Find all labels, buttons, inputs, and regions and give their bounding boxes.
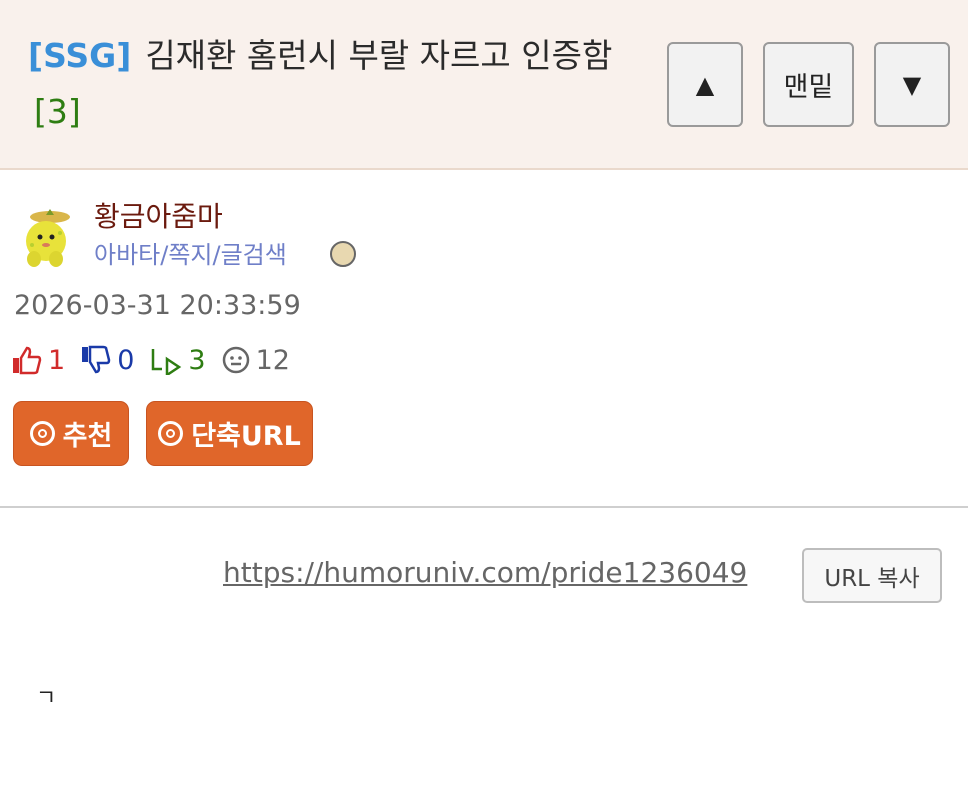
post-title-text: 김재환 홈런시 부랄 자르고 인증함 [145,36,613,75]
badge-icon [330,241,356,267]
post-stats: 1 0 3 12 [12,340,306,380]
scroll-bottom-button[interactable]: 맨밑 [763,42,854,127]
circle-target-icon [29,421,55,446]
upvote-stat: 1 [12,345,65,376]
avatar[interactable] [18,203,78,269]
smiley-icon [222,346,249,374]
copy-url-button[interactable]: URL 복사 [802,548,942,603]
thumbs-down-icon [82,345,111,374]
thumbs-up-icon [13,346,42,375]
post-url-link[interactable]: https://humoruniv.com/pride1236049 [223,556,747,589]
recommend-label: 추천 [62,421,113,452]
recommend-button[interactable]: 추천 [13,401,129,466]
view-count: 12 [255,344,290,376]
reply-stat: 3 [150,344,206,376]
circle-u-icon [158,421,184,446]
short-url-button[interactable]: 단축URL [146,401,313,466]
author-links[interactable]: 아바타/쪽지/글검색 [94,235,287,270]
view-stat: 12 [222,345,290,376]
upvote-count: 1 [48,344,66,376]
post-body-text: ㄱ [36,686,57,711]
section-divider [0,506,968,508]
downvote-stat: 0 [81,345,134,376]
reply-arrow-icon [152,349,182,375]
post-category-tag: [SSG] [28,36,132,75]
scroll-up-button[interactable]: ▲ [667,42,743,127]
post-title: [SSG] 김재환 홈런시 부랄 자르고 인증함 [3] [28,28,638,140]
short-url-label: 단축URL [191,421,301,452]
downvote-count: 0 [117,344,135,376]
author-name[interactable]: 황금아줌마 [94,195,223,235]
comment-count[interactable]: [3] [34,92,81,131]
post-header: [SSG] 김재환 홈런시 부랄 자르고 인증함 [3] ▲ 맨밑 ▼ [0,0,968,170]
scroll-down-button[interactable]: ▼ [874,42,950,127]
post-datetime: 2026-03-31 20:33:59 [14,290,301,321]
reply-count: 3 [188,344,206,376]
